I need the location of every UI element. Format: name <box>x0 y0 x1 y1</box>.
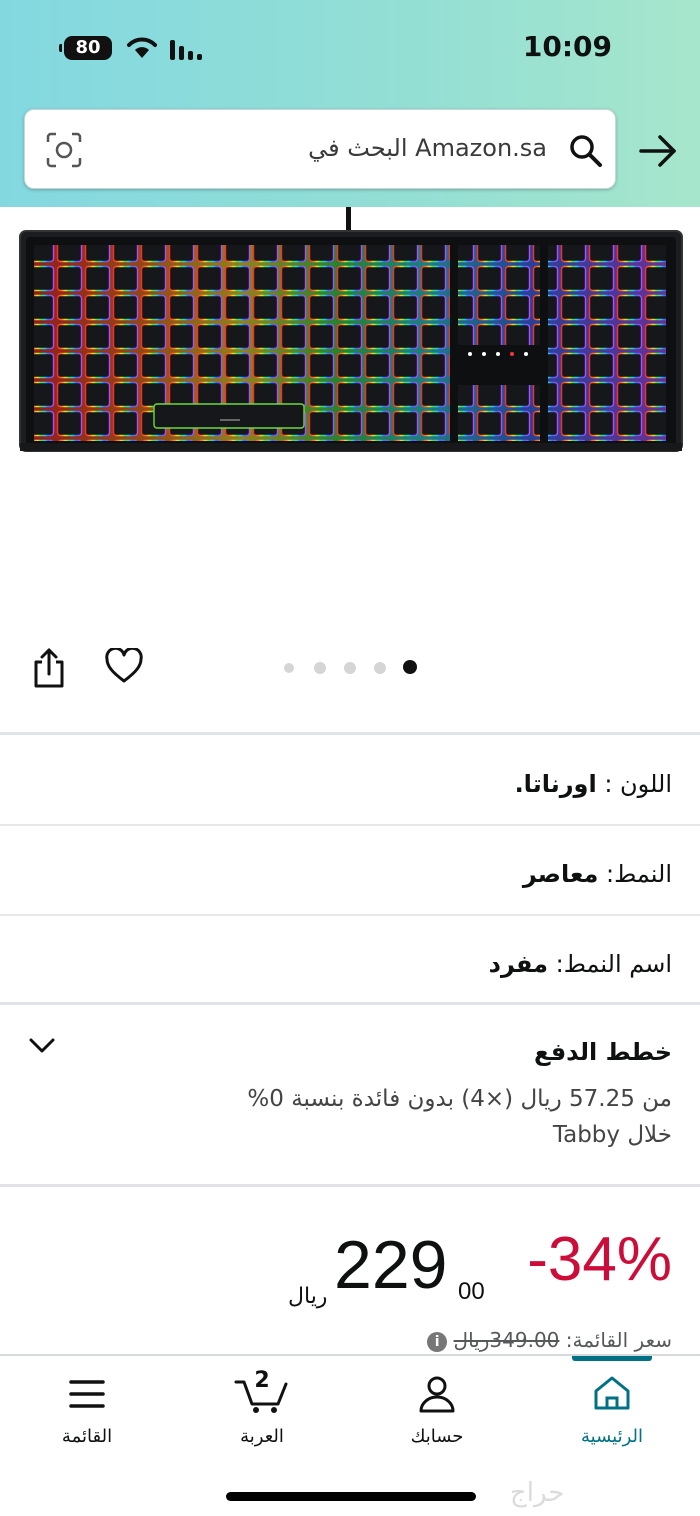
battery-indicator: 80 <box>59 36 112 60</box>
divider <box>0 824 700 826</box>
forward-arrow-icon[interactable] <box>638 133 678 169</box>
nav-home[interactable]: الرئيسية <box>542 1356 682 1466</box>
account-icon <box>419 1376 455 1413</box>
pagination-dot[interactable] <box>314 662 326 674</box>
list-price: سعر القائمة: 349.00ريال i <box>421 1328 672 1352</box>
nav-account[interactable]: حسابك <box>367 1356 507 1466</box>
pagination-dot-active[interactable] <box>403 660 417 674</box>
list-price-value: 349.00ريال <box>453 1328 560 1352</box>
nav-account-label: حسابك <box>410 1426 464 1447</box>
pattern-name-value: مفرد <box>488 950 549 978</box>
price-fraction: 00 <box>458 1278 485 1305</box>
style-value: معاصر <box>522 860 599 888</box>
status-bar: 80 10:09 <box>0 0 700 95</box>
payment-plans-title: خطط الدفع <box>534 1038 672 1066</box>
nav-home-label: الرئيسية <box>581 1426 643 1447</box>
cart-count: 2 <box>254 1368 270 1393</box>
info-icon[interactable]: i <box>427 1331 448 1352</box>
payment-plans-line2: خلال Tabby <box>552 1122 672 1148</box>
share-icon[interactable] <box>30 646 68 690</box>
pagination-dot[interactable] <box>374 662 386 674</box>
price-whole: 229 <box>334 1227 448 1303</box>
discount-percentage: -34% <box>527 1225 672 1294</box>
clock: 10:09 <box>522 30 612 63</box>
home-indicator[interactable] <box>226 1492 476 1501</box>
menu-icon <box>69 1380 105 1408</box>
home-icon <box>594 1376 630 1410</box>
header: 80 10:09 البحث في Amazon.sa <box>0 0 700 207</box>
divider <box>0 732 700 735</box>
pagination-dot[interactable] <box>284 663 294 673</box>
pattern-name-label: اسم النمط: <box>555 950 672 978</box>
camera-scan-icon[interactable] <box>45 131 83 169</box>
search-bar[interactable]: البحث في Amazon.sa <box>24 109 616 189</box>
pagination-dot[interactable] <box>344 662 356 674</box>
search-input[interactable]: البحث في Amazon.sa <box>308 134 547 162</box>
color-attribute[interactable]: اللون : اورناتا. <box>515 770 672 798</box>
payment-plans-line1: من 57.25 ريال (×4) بدون فائدة بنسبة 0% <box>247 1086 672 1112</box>
nav-menu[interactable]: القائمة <box>17 1356 157 1466</box>
nav-menu-label: القائمة <box>61 1426 113 1447</box>
style-attribute[interactable]: النمط: معاصر <box>523 860 672 888</box>
heart-icon[interactable] <box>104 648 144 684</box>
chevron-down-icon[interactable] <box>28 1036 56 1056</box>
price-currency: ريال <box>288 1284 328 1309</box>
watermark-logo: حراج <box>510 1478 565 1508</box>
divider <box>0 914 700 916</box>
pattern-name-attribute[interactable]: اسم النمط: مفرد <box>489 950 672 978</box>
signal-icon <box>170 38 206 60</box>
search-icon[interactable] <box>569 134 603 168</box>
color-value: اورناتا. <box>514 770 597 798</box>
nav-cart[interactable]: 2 العربة <box>192 1356 332 1466</box>
nav-cart-label: العربة <box>240 1426 284 1447</box>
divider <box>0 1002 700 1005</box>
divider <box>0 1184 700 1187</box>
color-label: اللون : <box>604 770 672 798</box>
style-label: النمط: <box>606 860 672 888</box>
wifi-icon <box>127 37 157 58</box>
product-image-keyboard[interactable] <box>0 207 700 627</box>
list-price-label: سعر القائمة: <box>565 1328 672 1352</box>
